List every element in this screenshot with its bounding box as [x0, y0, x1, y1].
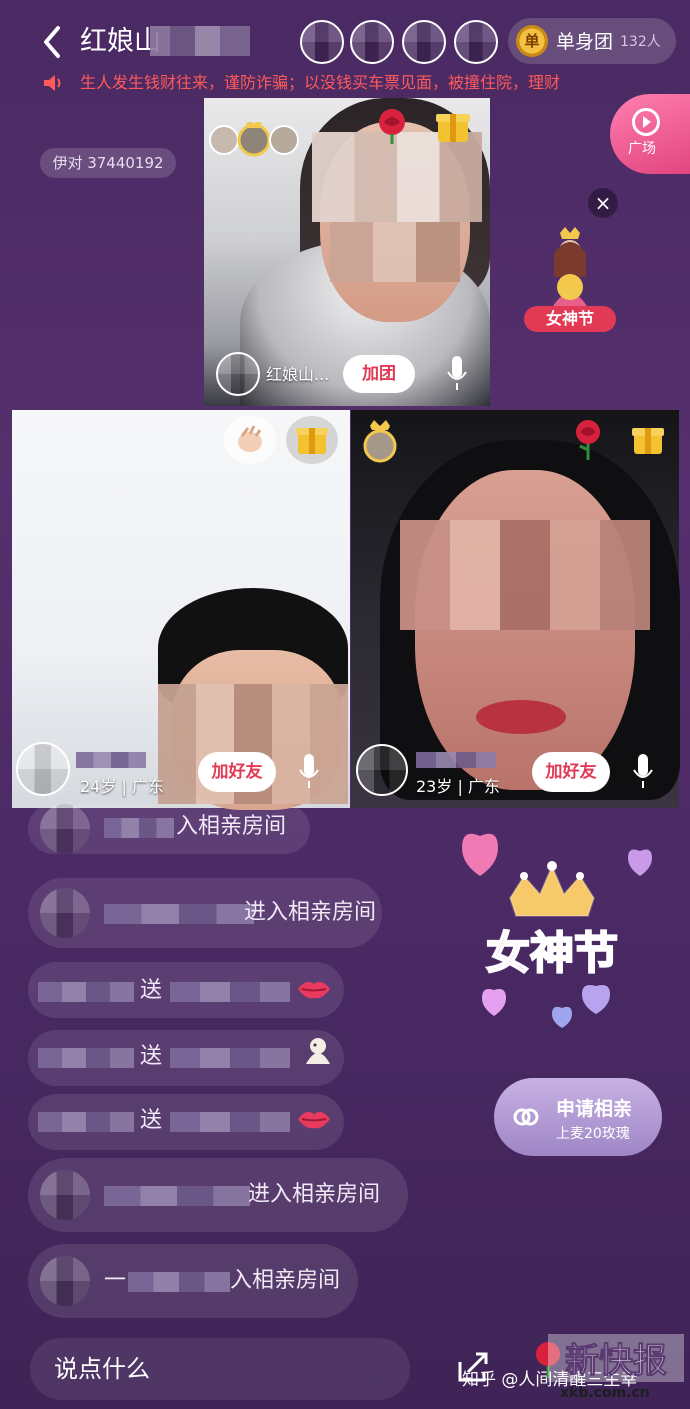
- chat-avatar-1[interactable]: [40, 804, 90, 854]
- group-count: 132人: [620, 34, 661, 50]
- host-guardian-avatars[interactable]: [208, 122, 302, 158]
- promo-text: 女神节: [486, 928, 618, 979]
- chevron-left-icon: [44, 26, 60, 58]
- guest2-name-mosaic: [416, 752, 496, 768]
- chat-name-mosaic-5: [38, 1112, 134, 1132]
- chat-message-5: 送: [140, 1108, 163, 1133]
- guest2-add-friend-button[interactable]: 加好友: [532, 752, 610, 792]
- plaza-label: 广场: [628, 141, 656, 157]
- chat-recipient-mosaic-3: [170, 982, 290, 1002]
- guest2-face-mosaic: [400, 520, 650, 630]
- chat-message-7: 入相亲房间: [230, 1268, 341, 1293]
- chat-name-mosaic-7: [128, 1272, 230, 1292]
- chat-message-4: 送: [140, 1044, 163, 1069]
- goddess-festival-banner[interactable]: 女神节: [432, 818, 672, 1038]
- link-icon: [513, 1108, 539, 1126]
- guest1-avatar[interactable]: [16, 742, 70, 796]
- chat-avatar-7[interactable]: [40, 1256, 90, 1306]
- guest1-info: 24岁 | 广东: [80, 777, 164, 796]
- group-badge-icon: 单: [516, 25, 548, 57]
- gift-icon-guest1[interactable]: [286, 416, 338, 464]
- guest2-lips: [476, 700, 566, 734]
- rose-icon-guest2[interactable]: [568, 416, 608, 460]
- lips-gift-icon: [298, 981, 330, 999]
- rose-icon[interactable]: [372, 104, 412, 144]
- figure-gift-icon: [306, 1038, 330, 1064]
- audience-avatar-2[interactable]: [350, 20, 394, 64]
- guest2-guardian-avatar[interactable]: [358, 418, 402, 464]
- svg-text:新快报: 新快报: [565, 1341, 667, 1381]
- guest2-avatar[interactable]: [356, 744, 408, 796]
- chat-name-mosaic-2: [104, 904, 254, 924]
- chat-recipient-mosaic-5: [170, 1112, 290, 1132]
- audience-avatar-1[interactable]: [300, 20, 344, 64]
- chat-message-7-prefix: 一: [104, 1268, 127, 1293]
- apply-match-title: 申请相亲: [556, 1098, 633, 1120]
- apply-match-subtitle: 上麦20玫瑰: [556, 1126, 630, 1142]
- speaker-icon: [44, 75, 61, 91]
- chat-name-mosaic-1: [104, 818, 174, 838]
- guest1-name-mosaic: [76, 752, 146, 768]
- room-title: 红娘山: [80, 26, 161, 57]
- clap-icon[interactable]: [224, 416, 276, 464]
- room-id-badge: 伊对 37440192: [40, 148, 176, 178]
- close-button[interactable]: ×: [588, 188, 618, 218]
- chat-avatar-6[interactable]: [40, 1170, 90, 1220]
- chat-message-2: 进入相亲房间: [244, 900, 377, 925]
- join-group-button[interactable]: 加团: [343, 355, 415, 393]
- xkb-url-watermark: xkb.com.cn: [560, 1385, 650, 1401]
- chat-name-mosaic-6: [104, 1186, 250, 1206]
- mic-icon[interactable]: [446, 354, 468, 392]
- guest2-info: 23岁 | 广东: [416, 777, 500, 796]
- guest1-mic-icon[interactable]: [298, 752, 320, 790]
- audience-avatar-4[interactable]: [454, 20, 498, 64]
- chat-message-6: 进入相亲房间: [248, 1182, 381, 1207]
- chat-recipient-mosaic-4: [170, 1048, 290, 1068]
- lips-gift-icon-2: [298, 1111, 330, 1129]
- gift-icon-guest2[interactable]: [628, 418, 668, 458]
- chat-message-1: 入相亲房间: [176, 814, 287, 839]
- xinkuaibao-logo: 新快报: [548, 1334, 684, 1382]
- group-label: 单身团: [556, 31, 614, 53]
- comment-input[interactable]: 说点什么: [30, 1338, 410, 1400]
- chat-name-mosaic-3: [38, 982, 134, 1002]
- host-name: 红娘山...: [266, 365, 330, 384]
- announcement-marquee: 生人发生钱财往来，谨防诈骗；以没钱买车票见面，被撞住院，理财: [80, 73, 561, 92]
- play-icon: [632, 108, 660, 136]
- chat-name-mosaic-4: [38, 1048, 134, 1068]
- guest2-mic-icon[interactable]: [632, 752, 654, 790]
- host-face-mosaic-2: [330, 222, 460, 282]
- guest2-face: [415, 470, 635, 790]
- back-button[interactable]: [38, 22, 68, 62]
- gift-icon[interactable]: [432, 104, 474, 146]
- goddess-festival-label: 女神节: [524, 306, 616, 332]
- title-mosaic: [150, 26, 250, 56]
- guest1-add-friend-button[interactable]: 加好友: [198, 752, 276, 792]
- chat-message-3: 送: [140, 978, 163, 1003]
- audience-avatar-3[interactable]: [402, 20, 446, 64]
- chat-avatar-2[interactable]: [40, 888, 90, 938]
